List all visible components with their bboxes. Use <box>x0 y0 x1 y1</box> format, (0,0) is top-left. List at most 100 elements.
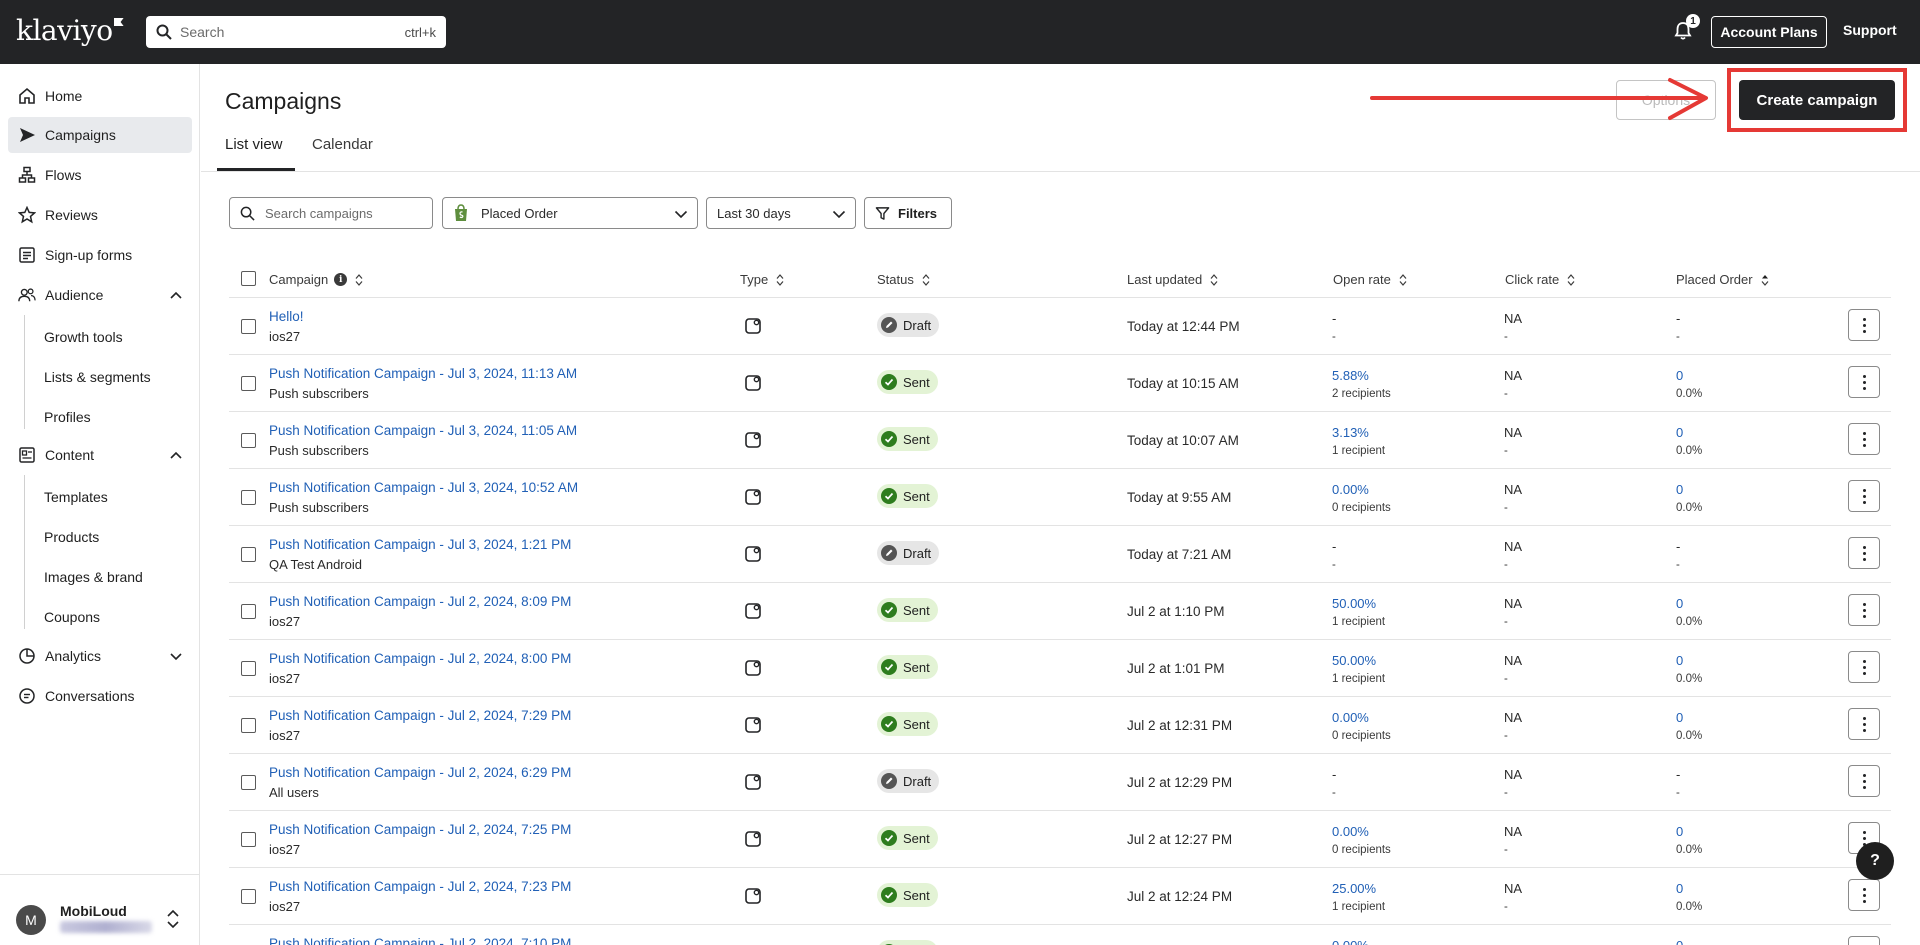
account-plans-button[interactable]: Account Plans <box>1711 16 1827 48</box>
row-checkbox[interactable] <box>241 832 256 847</box>
filters-button[interactable]: Filters <box>864 197 952 229</box>
row-actions-menu-button[interactable] <box>1848 594 1880 626</box>
row-actions-menu-button[interactable] <box>1848 480 1880 512</box>
metric-select[interactable]: Placed Order <box>442 197 698 229</box>
notifications-bell-icon[interactable]: 1 <box>1672 14 1700 42</box>
open-rate-value[interactable]: 0.00% <box>1332 482 1369 497</box>
placed-order-value[interactable]: 0 <box>1676 368 1683 383</box>
open-rate-value[interactable]: 0.00% <box>1332 938 1369 945</box>
campaign-name-link[interactable]: Push Notification Campaign - Jul 3, 2024… <box>269 423 577 438</box>
global-search-input[interactable]: Search ctrl+k <box>146 16 446 48</box>
table-row[interactable]: Push Notification Campaign - Jul 3, 2024… <box>229 526 1891 583</box>
sidebar-subitem-profiles[interactable]: Profiles <box>44 409 91 425</box>
klaviyo-logo[interactable]: klaviyo <box>16 14 124 47</box>
campaign-name-link[interactable]: Push Notification Campaign - Jul 2, 2024… <box>269 879 571 894</box>
campaign-name-link[interactable]: Push Notification Campaign - Jul 3, 2024… <box>269 480 578 495</box>
placed-order-value[interactable]: 0 <box>1676 881 1683 896</box>
row-actions-menu-button[interactable] <box>1848 651 1880 683</box>
row-checkbox[interactable] <box>241 604 256 619</box>
open-rate-value[interactable]: 0.00% <box>1332 824 1369 839</box>
support-link[interactable]: Support <box>1843 22 1897 38</box>
column-header-campaign[interactable]: Campaign i <box>269 272 363 287</box>
row-actions-menu-button[interactable] <box>1848 366 1880 398</box>
table-row[interactable]: Push Notification Campaign - Jul 3, 2024… <box>229 412 1891 469</box>
tab-calendar[interactable]: Calendar <box>312 136 373 153</box>
row-checkbox[interactable] <box>241 775 256 790</box>
placed-order-value[interactable]: 0 <box>1676 710 1683 725</box>
sidebar-subitem-products[interactable]: Products <box>44 529 99 545</box>
row-checkbox[interactable] <box>241 490 256 505</box>
column-header-open-rate[interactable]: Open rate <box>1333 272 1407 287</box>
row-actions-menu-button[interactable] <box>1848 537 1880 569</box>
tab-list-view[interactable]: List view <box>225 136 283 153</box>
campaign-name-link[interactable]: Push Notification Campaign - Jul 2, 2024… <box>269 651 571 666</box>
row-checkbox[interactable] <box>241 889 256 904</box>
column-header-type[interactable]: Type <box>740 272 784 287</box>
column-header-last-updated[interactable]: Last updated <box>1127 272 1218 287</box>
open-rate-value[interactable]: 5.88% <box>1332 368 1369 383</box>
account-switcher[interactable]: M MobiLoud <box>0 874 200 944</box>
open-rate-value[interactable]: 0.00% <box>1332 710 1369 725</box>
sidebar-subitem-coupons[interactable]: Coupons <box>44 609 100 625</box>
open-rate-value[interactable]: 25.00% <box>1332 881 1376 896</box>
table-row[interactable]: Push Notification Campaign - Jul 2, 2024… <box>229 811 1891 868</box>
campaign-name-link[interactable]: Push Notification Campaign - Jul 3, 2024… <box>269 537 571 552</box>
placed-order-value[interactable]: 0 <box>1676 482 1683 497</box>
row-actions-menu-button[interactable] <box>1848 879 1880 911</box>
sidebar-subitem-growth-tools[interactable]: Growth tools <box>44 329 123 345</box>
row-actions-menu-button[interactable] <box>1848 708 1880 740</box>
row-actions-menu-button[interactable] <box>1848 765 1880 797</box>
sidebar-item-audience[interactable]: Audience <box>8 277 192 313</box>
row-actions-menu-button[interactable] <box>1848 936 1880 945</box>
sidebar-item-campaigns[interactable]: Campaigns <box>8 117 192 153</box>
row-checkbox[interactable] <box>241 433 256 448</box>
sidebar-item-signup-forms[interactable]: Sign-up forms <box>8 237 192 273</box>
campaign-name-link[interactable]: Push Notification Campaign - Jul 2, 2024… <box>269 765 571 780</box>
campaign-name-link[interactable]: Push Notification Campaign - Jul 2, 2024… <box>269 594 571 609</box>
open-rate-value[interactable]: 50.00% <box>1332 653 1376 668</box>
table-row[interactable]: Push Notification Campaign - Jul 2, 2024… <box>229 583 1891 640</box>
sidebar-item-conversations[interactable]: Conversations <box>8 678 192 714</box>
sidebar-subitem-templates[interactable]: Templates <box>44 489 108 505</box>
sidebar-item-reviews[interactable]: Reviews <box>8 197 192 233</box>
row-actions-menu-button[interactable] <box>1848 423 1880 455</box>
row-checkbox[interactable] <box>241 547 256 562</box>
open-rate-value[interactable]: 3.13% <box>1332 425 1369 440</box>
placed-order-value[interactable]: 0 <box>1676 824 1683 839</box>
placed-order-value[interactable]: 0 <box>1676 596 1683 611</box>
row-checkbox[interactable] <box>241 319 256 334</box>
table-row[interactable]: Push Notification Campaign - Jul 2, 2024… <box>229 868 1891 925</box>
column-header-status[interactable]: Status <box>877 272 930 287</box>
campaign-search-input[interactable]: Search campaigns <box>229 197 433 229</box>
table-row[interactable]: Push Notification Campaign - Jul 3, 2024… <box>229 469 1891 526</box>
select-all-checkbox[interactable] <box>241 271 256 286</box>
info-icon[interactable]: i <box>334 273 348 286</box>
help-button[interactable]: ? <box>1856 842 1894 880</box>
campaign-name-link[interactable]: Push Notification Campaign - Jul 2, 2024… <box>269 708 571 723</box>
campaign-name-link[interactable]: Push Notification Campaign - Jul 3, 2024… <box>269 366 577 381</box>
row-checkbox[interactable] <box>241 661 256 676</box>
campaign-name-link[interactable]: Push Notification Campaign - Jul 2, 2024… <box>269 822 571 837</box>
row-checkbox[interactable] <box>241 718 256 733</box>
placed-order-value[interactable]: 0 <box>1676 938 1683 945</box>
sidebar-item-flows[interactable]: Flows <box>8 157 192 193</box>
placed-order-value[interactable]: 0 <box>1676 653 1683 668</box>
sidebar-item-content[interactable]: Content <box>8 437 192 473</box>
table-row[interactable]: Push Notification Campaign - Jul 2, 2024… <box>229 697 1891 754</box>
row-checkbox[interactable] <box>241 376 256 391</box>
sidebar-item-analytics[interactable]: Analytics <box>8 638 192 674</box>
table-row[interactable]: Hello! ios27 Draft Today at 12:44 PM - - NA - - - <box>229 298 1891 355</box>
column-header-placed-order[interactable]: Placed Order <box>1676 272 1769 287</box>
table-row[interactable]: Push Notification Campaign - Jul 2, 2024… <box>229 640 1891 697</box>
sidebar-subitem-lists-segments[interactable]: Lists & segments <box>44 369 151 385</box>
sidebar-item-home[interactable]: Home <box>8 78 192 114</box>
open-rate-value[interactable]: 50.00% <box>1332 596 1376 611</box>
row-actions-menu-button[interactable] <box>1848 309 1880 341</box>
placed-order-value[interactable]: 0 <box>1676 425 1683 440</box>
date-range-select[interactable]: Last 30 days <box>706 197 856 229</box>
table-row[interactable]: Push Notification Campaign - Jul 2, 2024… <box>229 754 1891 811</box>
table-row[interactable]: Push Notification Campaign - Jul 3, 2024… <box>229 355 1891 412</box>
table-row[interactable]: Push Notification Campaign - Jul 2, 2024… <box>229 925 1891 945</box>
sidebar-subitem-images-brand[interactable]: Images & brand <box>44 569 143 585</box>
campaign-name-link[interactable]: Push Notification Campaign - Jul 2, 2024… <box>269 936 571 945</box>
